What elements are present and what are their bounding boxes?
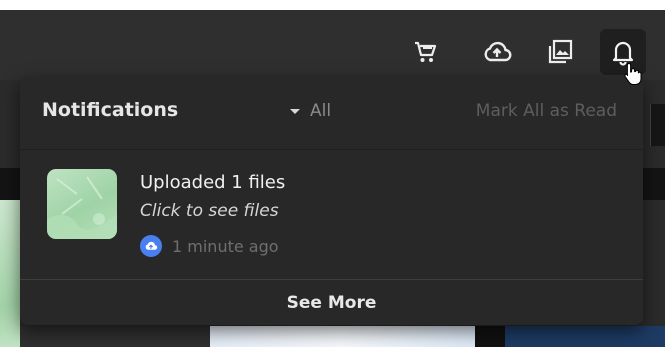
background-card: [210, 326, 475, 347]
see-more-button[interactable]: See More: [20, 279, 643, 325]
notification-meta: 1 minute ago: [140, 235, 279, 257]
background-thumbnail: [0, 200, 20, 347]
notification-title: Uploaded 1 files: [140, 172, 286, 193]
panel-title: Notifications: [42, 99, 179, 121]
cloud-upload-icon[interactable]: [477, 32, 517, 72]
background-card: [20, 326, 210, 347]
background-bar: [643, 168, 665, 200]
notifications-header: Notifications All Mark All as Read: [20, 77, 643, 150]
background-bar: [0, 168, 20, 200]
notifications-panel: Notifications All Mark All as Read Uploa…: [20, 77, 643, 325]
notification-item[interactable]: Uploaded 1 files Click to see files 1 mi…: [20, 153, 643, 281]
app-header: [0, 10, 665, 80]
hand-cursor-icon: [624, 62, 642, 90]
background-gap: [475, 326, 505, 347]
notification-subtitle: Click to see files: [140, 201, 279, 221]
notification-thumbnail: [47, 169, 117, 239]
background-card: [505, 326, 665, 347]
window-top-strip: [0, 0, 665, 10]
gallery-icon[interactable]: [540, 32, 580, 72]
mark-all-read-button[interactable]: Mark All as Read: [476, 101, 617, 121]
caret-down-icon: [290, 108, 300, 114]
background-chip: [650, 104, 665, 146]
notification-time: 1 minute ago: [172, 236, 279, 256]
cart-icon[interactable]: [405, 32, 445, 72]
notification-filter-select[interactable]: All: [290, 101, 331, 121]
filter-value: All: [310, 101, 332, 121]
cloud-upload-icon: [140, 235, 162, 257]
